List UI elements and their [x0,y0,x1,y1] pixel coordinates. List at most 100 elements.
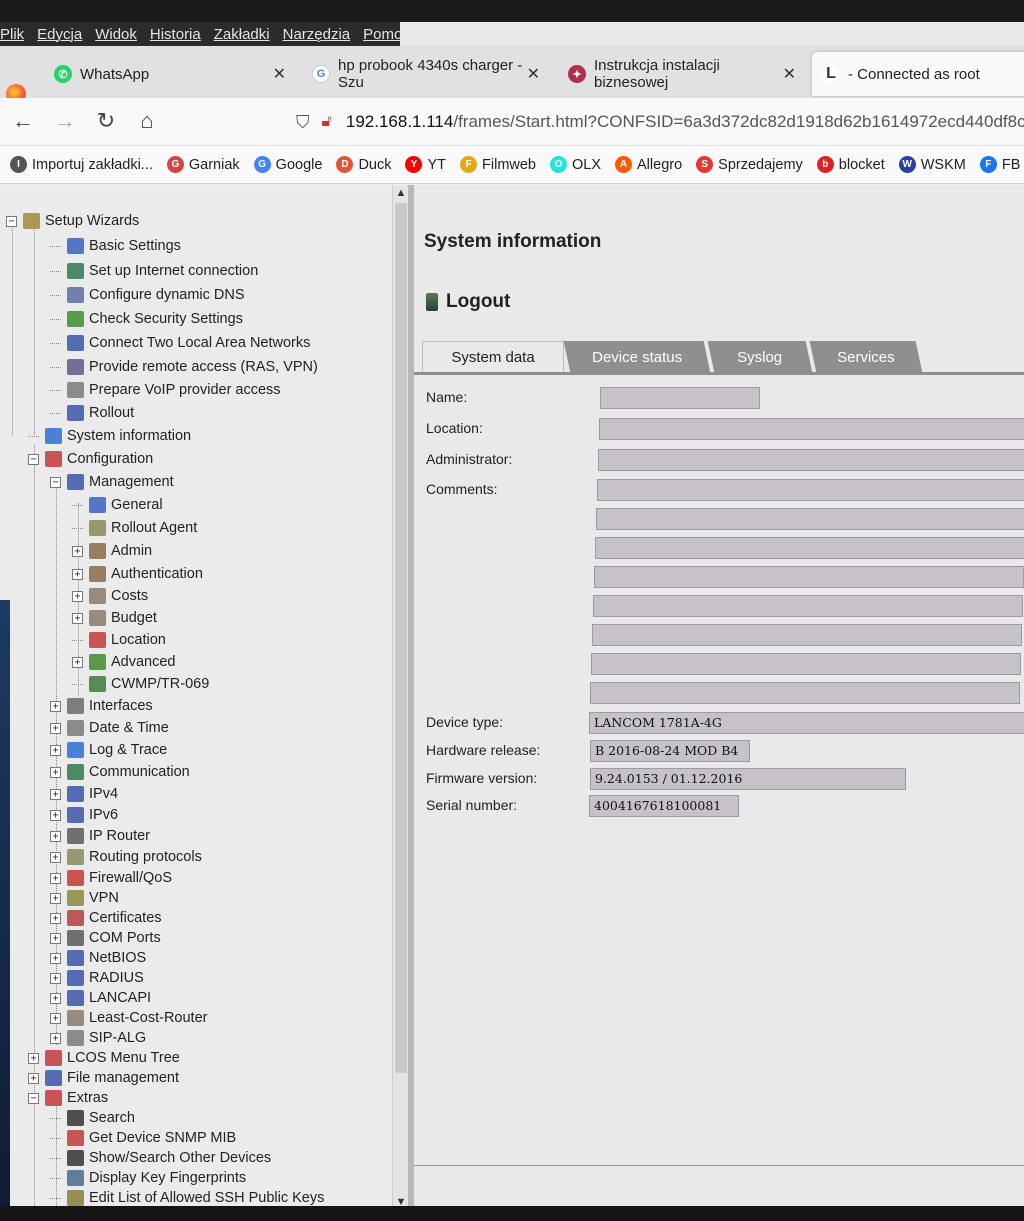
tree-item-management[interactable]: − Management [50,472,174,492]
expand-icon[interactable]: + [50,992,61,1004]
tree-item-edit-list-of-allowed-ssh-public-keys[interactable]: Edit List of Allowed SSH Public Keys [50,1188,324,1208]
tree-item-configure-dynamic-dns[interactable]: Configure dynamic DNS [50,285,245,305]
tree-item-communication[interactable]: + Communication [50,762,190,782]
bookmark-olx[interactable]: O OLX [550,156,601,173]
tree-item-get-device-snmp-mib[interactable]: Get Device SNMP MIB [50,1128,236,1148]
expand-icon[interactable]: + [50,700,61,712]
expand-icon[interactable]: + [50,912,61,924]
tree-item-rollout[interactable]: Rollout [50,403,134,423]
comments-line-5[interactable] [593,595,1023,617]
expand-icon[interactable]: + [50,766,61,778]
tree-item-advanced[interactable]: + Advanced [72,652,176,672]
tree-item-general[interactable]: General [72,495,163,515]
expand-icon[interactable]: + [50,851,61,863]
tree-item-firewall-qos[interactable]: + Firewall/QoS [50,868,172,888]
scroll-thumb[interactable] [395,203,407,1073]
close-icon[interactable]: ✕ [527,64,540,84]
tree-item-set-up-internet-connection[interactable]: Set up Internet connection [50,261,258,281]
expand-icon[interactable]: + [50,972,61,984]
expand-icon[interactable]: + [50,1012,61,1024]
tree-item-ip-router[interactable]: + IP Router [50,826,150,846]
expand-icon[interactable]: + [50,722,61,734]
insecure-lock-icon[interactable]: 🔓︎ [322,113,332,131]
bookmark-sprzedajemy[interactable]: S Sprzedajemy [696,156,803,173]
tab-syslog[interactable]: Syslog [707,341,813,373]
comments-line-8[interactable] [590,682,1020,704]
name-field[interactable] [600,387,760,409]
tree-item-com-ports[interactable]: + COM Ports [50,928,161,948]
bookmark-importuj-zak-adki[interactable]: I Importuj zakładki... [10,156,153,173]
expand-icon[interactable]: + [50,952,61,964]
expand-icon[interactable]: + [72,590,83,602]
bookmark-blocket[interactable]: b blocket [816,156,885,173]
tab-google-search[interactable]: G hp probook 4340s charger - Szu ✕ [302,52,548,96]
tree-item-show-search-other-devices[interactable]: Show/Search Other Devices [50,1148,271,1168]
tree-item-vpn[interactable]: + VPN [50,888,119,908]
close-icon[interactable]: ✕ [273,64,286,84]
tree-item-configuration[interactable]: − Configuration [28,449,153,469]
tree-item-display-key-fingerprints[interactable]: Display Key Fingerprints [50,1168,246,1188]
back-icon[interactable]: ← [10,108,36,134]
tree-item-log-trace[interactable]: + Log & Trace [50,740,167,760]
comments-line-6[interactable] [592,624,1022,646]
tree-item-least-cost-router[interactable]: + Least-Cost-Router [50,1008,207,1028]
expand-icon[interactable]: + [72,656,83,668]
tree-item-routing-protocols[interactable]: + Routing protocols [50,847,202,867]
home-icon[interactable]: ⌂ [134,108,160,134]
administrator-field[interactable] [598,449,1024,471]
url-bar[interactable]: ⛉ 🔓︎ 192.168.1.114/frames/Start.html?CON… [296,104,1024,140]
location-field[interactable] [599,418,1024,440]
expand-icon[interactable]: + [50,1032,61,1044]
collapse-icon[interactable]: − [6,215,17,227]
tree-item-sip-alg[interactable]: + SIP-ALG [50,1028,146,1048]
bookmark-garniak[interactable]: G Garniak [166,156,240,173]
tree-item-ipv4[interactable]: + IPv4 [50,784,118,804]
bookmark-yt[interactable]: Y YT [405,156,446,173]
bookmark-duck[interactable]: D Duck [336,156,391,173]
comments-line-4[interactable] [594,566,1024,588]
bookmark-fb[interactable]: F FB [979,156,1020,173]
expand-icon[interactable]: + [72,612,83,624]
bookmark-allegro[interactable]: A Allegro [615,156,682,173]
tree-item-costs[interactable]: + Costs [72,586,148,606]
collapse-icon[interactable]: − [28,453,39,465]
expand-icon[interactable]: + [50,830,61,842]
logout-link[interactable]: Logout [426,291,510,313]
tab-device-status[interactable]: Device status [563,341,711,373]
tree-item-search[interactable]: Search [50,1108,135,1128]
expand-icon[interactable]: + [28,1052,39,1064]
tree-item-certificates[interactable]: + Certificates [50,908,162,928]
tab-instrukcja[interactable]: ✦ Instrukcja instalacji biznesowej ✕ [558,52,804,96]
tree-item-check-security-settings[interactable]: Check Security Settings [50,309,243,329]
tree-item-interfaces[interactable]: + Interfaces [50,696,153,716]
shield-icon[interactable]: ⛉ [296,112,310,133]
expand-icon[interactable]: + [50,872,61,884]
menu-item[interactable]: Zakładki [214,26,270,43]
tree-item-budget[interactable]: + Budget [72,608,157,628]
tab-lancom[interactable]: L - Connected as root [812,52,1024,96]
menu-item[interactable]: Historia [150,26,201,43]
scroll-up-icon[interactable]: ▲ [395,187,407,199]
comments-line-3[interactable] [595,537,1024,559]
tree-item-lcos-menu-tree[interactable]: + LCOS Menu Tree [28,1048,180,1068]
tree-item-setup-wizards[interactable]: − Setup Wizards [6,211,139,231]
tree-item-radius[interactable]: + RADIUS [50,968,144,988]
menu-item[interactable]: Widok [95,26,137,43]
tree-item-basic-settings[interactable]: Basic Settings [50,236,181,256]
expand-icon[interactable]: + [50,892,61,904]
collapse-icon[interactable]: − [50,476,61,488]
tree-item-prepare-voip-provider-access[interactable]: Prepare VoIP provider access [50,380,281,400]
forward-icon[interactable]: → [52,108,78,134]
reload-icon[interactable]: ↻ [93,108,119,134]
tree-item-authentication[interactable]: + Authentication [72,564,203,584]
tab-system-data[interactable]: System data [422,341,564,373]
bookmark-google[interactable]: G Google [253,156,322,173]
tree-item-lancapi[interactable]: + LANCAPI [50,988,151,1008]
tree-scrollbar[interactable]: ▲ ▼ [392,185,408,1210]
close-icon[interactable]: ✕ [783,64,796,84]
tree-item-ipv6[interactable]: + IPv6 [50,805,118,825]
tree-item-provide-remote-access-ras-vpn[interactable]: Provide remote access (RAS, VPN) [50,357,318,377]
expand-icon[interactable]: + [50,744,61,756]
comments-line-2[interactable] [596,508,1024,530]
tree-item-file-management[interactable]: + File management [28,1068,179,1088]
